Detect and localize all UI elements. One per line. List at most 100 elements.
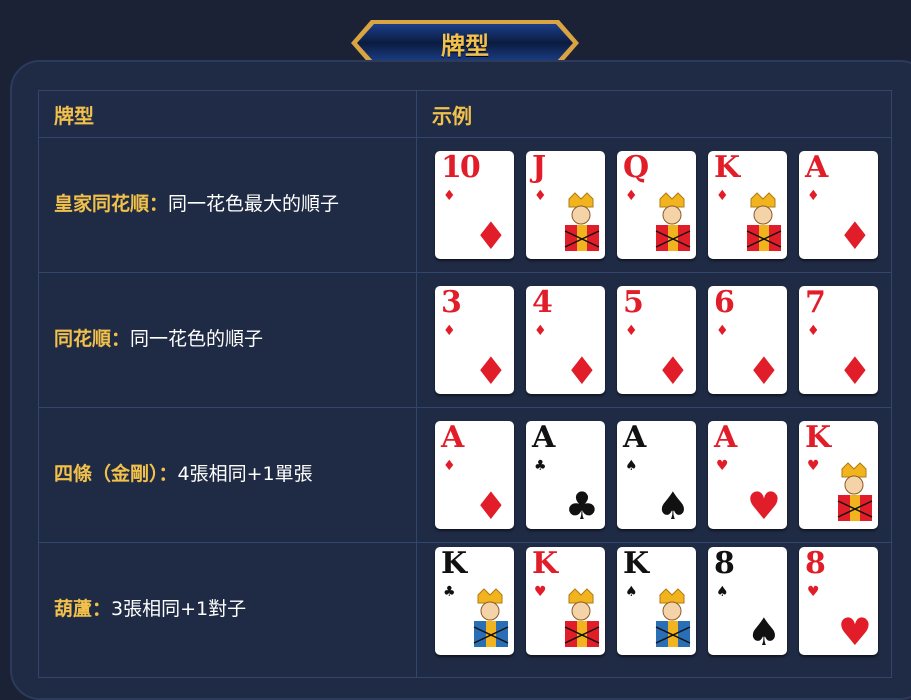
diamond-icon: ♦ <box>564 349 599 393</box>
diamond-icon: ♦ <box>655 349 690 393</box>
table-row: 同花順：同一花色的順子 3 ♦ ♦ 4 ♦ ♦ 5 ♦ ♦ 6 ♦ ♦ 7 ♦ ♦ <box>38 272 892 408</box>
card-rank: K <box>441 547 467 581</box>
playing-card: 7 ♦ ♦ <box>799 286 878 394</box>
card-rank: A <box>532 421 555 455</box>
separator: ： <box>149 193 169 216</box>
club-icon: ♣ <box>443 584 456 600</box>
playing-card: Q ♦ <box>617 151 696 259</box>
diamond-icon: ♦ <box>443 323 456 339</box>
face-card-portrait-icon <box>468 587 512 653</box>
hand-description: 同一花色的順子 <box>130 328 264 351</box>
club-icon: ♣ <box>534 458 547 474</box>
diamond-icon: ♦ <box>807 323 820 339</box>
playing-card: 10 ♦ ♦ <box>435 151 514 259</box>
playing-card: 4 ♦ ♦ <box>526 286 605 394</box>
face-card-portrait-icon <box>650 191 694 257</box>
diamond-icon: ♦ <box>837 349 872 393</box>
playing-card: J ♦ <box>526 151 605 259</box>
example-cell: A ♦ ♦ A ♣ ♣ A ♠ ♠ A ♥ ♥ K ♥ <box>416 407 892 543</box>
heart-icon: ♥ <box>746 484 781 528</box>
heart-icon: ♥ <box>807 584 820 600</box>
face-card-portrait-icon <box>741 191 785 257</box>
table-row: 四條（金剛）：4張相同+1單張 A ♦ ♦ A ♣ ♣ A ♠ ♠ A ♥ ♥ K ♥ <box>38 407 892 543</box>
heart-icon: ♥ <box>837 610 872 654</box>
playing-card: K ♦ <box>708 151 787 259</box>
face-card-portrait-icon <box>650 587 694 653</box>
card-list: 3 ♦ ♦ 4 ♦ ♦ 5 ♦ ♦ 6 ♦ ♦ 7 ♦ ♦ <box>435 286 891 394</box>
spade-icon: ♠ <box>746 610 781 654</box>
card-rank: A <box>714 421 737 455</box>
example-cell: 10 ♦ ♦ J ♦ Q ♦ K ♦ A ♦ ♦ <box>416 137 892 273</box>
playing-card: A ♦ ♦ <box>435 421 514 529</box>
playing-card: A ♥ ♥ <box>708 421 787 529</box>
card-rank: 8 <box>714 547 735 581</box>
playing-card: K ♥ <box>799 421 878 529</box>
card-rank: 10 <box>441 151 481 185</box>
card-rank: J <box>532 151 546 185</box>
playing-card: K ♠ <box>617 547 696 655</box>
playing-card: 6 ♦ ♦ <box>708 286 787 394</box>
hand-rank-table: 牌型 示例 皇家同花順：同一花色最大的順子 10 ♦ ♦ J ♦ Q ♦ K ♦ A ♦ ♦ 同花順：… <box>38 90 892 678</box>
diamond-icon: ♦ <box>807 188 820 204</box>
face-card-portrait-icon <box>559 191 603 257</box>
playing-card: A ♠ ♠ <box>617 421 696 529</box>
playing-card: 8 ♥ ♥ <box>799 547 878 655</box>
playing-card: K ♥ <box>526 547 605 655</box>
separator: ： <box>111 328 131 351</box>
spade-icon: ♠ <box>716 584 729 600</box>
hand-name: 同花順 <box>54 328 112 351</box>
playing-card: A ♦ ♦ <box>799 151 878 259</box>
spade-icon: ♠ <box>625 458 638 474</box>
heart-icon: ♥ <box>807 458 820 474</box>
hand-type-cell: 皇家同花順：同一花色最大的順子 <box>38 137 417 273</box>
heart-icon: ♥ <box>534 584 547 600</box>
card-list: A ♦ ♦ A ♣ ♣ A ♠ ♠ A ♥ ♥ K ♥ <box>435 421 891 529</box>
hand-name: 葫蘆 <box>54 598 93 621</box>
playing-card: 3 ♦ ♦ <box>435 286 514 394</box>
playing-card: 5 ♦ ♦ <box>617 286 696 394</box>
hand-type-cell: 葫蘆：3張相同+1對子 <box>38 542 417 678</box>
face-card-portrait-icon <box>832 461 876 527</box>
club-icon: ♣ <box>564 484 599 528</box>
card-rank: K <box>623 547 649 581</box>
card-rank: K <box>714 151 740 185</box>
table-row: 皇家同花順：同一花色最大的順子 10 ♦ ♦ J ♦ Q ♦ K ♦ A ♦ ♦ <box>38 137 892 273</box>
diamond-icon: ♦ <box>625 323 638 339</box>
table-header-row: 牌型 示例 <box>38 90 892 138</box>
card-rank: 4 <box>532 286 553 320</box>
diamond-icon: ♦ <box>443 188 456 204</box>
separator: ： <box>158 463 178 486</box>
playing-card: A ♣ ♣ <box>526 421 605 529</box>
diamond-icon: ♦ <box>625 188 638 204</box>
diamond-icon: ♦ <box>716 323 729 339</box>
face-card-portrait-icon <box>559 587 603 653</box>
diamond-icon: ♦ <box>534 323 547 339</box>
card-rank: 6 <box>714 286 735 320</box>
card-rank: 7 <box>805 286 826 320</box>
diamond-icon: ♦ <box>473 349 508 393</box>
diamond-icon: ♦ <box>716 188 729 204</box>
card-rank: 8 <box>805 547 826 581</box>
card-rank: Q <box>623 151 649 185</box>
card-rank: 5 <box>623 286 644 320</box>
diamond-icon: ♦ <box>746 349 781 393</box>
hand-name: 皇家同花順 <box>54 193 150 216</box>
diamond-icon: ♦ <box>443 458 456 474</box>
column-header-example: 示例 <box>416 90 892 138</box>
heart-icon: ♥ <box>716 458 729 474</box>
spade-icon: ♠ <box>625 584 638 600</box>
card-rank: A <box>623 421 646 455</box>
playing-card: 8 ♠ ♠ <box>708 547 787 655</box>
hand-type-cell: 四條（金剛）：4張相同+1單張 <box>38 407 417 543</box>
hand-description: 3張相同+1對子 <box>111 598 247 621</box>
card-rank: 3 <box>441 286 462 320</box>
card-rank: A <box>805 151 828 185</box>
spade-icon: ♠ <box>655 484 690 528</box>
diamond-icon: ♦ <box>473 484 508 528</box>
hand-name: 四條（金剛） <box>54 463 159 486</box>
diamond-icon: ♦ <box>473 214 508 258</box>
hand-description: 4張相同+1單張 <box>177 463 313 486</box>
playing-card: K ♣ <box>435 547 514 655</box>
example-cell: K ♣ K ♥ K ♠ 8 ♠ ♠ 8 ♥ ♥ <box>416 542 892 678</box>
card-rank: K <box>805 421 831 455</box>
